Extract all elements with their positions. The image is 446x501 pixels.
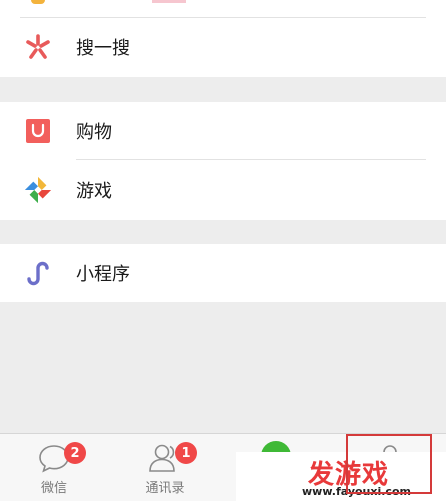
sparkle-icon [23, 32, 53, 62]
menu-item-label: 小程序 [76, 264, 130, 285]
menu-item-label: 搜一搜 [76, 38, 130, 59]
games-icon [23, 175, 53, 205]
shopping-bag-icon [23, 116, 53, 146]
tab-label: 微信 [40, 481, 67, 496]
tab-contacts[interactable]: 1 通讯录 [125, 434, 205, 501]
search-group: 搜一搜 [0, 18, 446, 77]
highlight-box [346, 434, 432, 494]
unread-badge: 2 [64, 442, 86, 464]
shopping-games-group: 购物 游戏 [0, 102, 446, 220]
tab-label: 通讯录 [145, 481, 185, 496]
previous-row-tag-partial [152, 0, 186, 3]
tab-chats[interactable]: 2 微信 [14, 434, 94, 501]
menu-item-shopping[interactable]: 购物 [0, 102, 446, 160]
unread-badge: 1 [175, 442, 197, 464]
menu-item-miniprogram[interactable]: 小程序 [0, 244, 446, 302]
miniprogram-group: 小程序 [0, 244, 446, 302]
menu-item-games[interactable]: 游戏 [0, 160, 446, 220]
previous-row-icon-partial [31, 0, 45, 4]
menu-item-label: 购物 [76, 122, 112, 143]
mini-program-icon [23, 258, 53, 288]
previous-row-partial [0, 0, 446, 18]
menu-item-label: 游戏 [76, 181, 112, 202]
menu-item-search[interactable]: 搜一搜 [0, 18, 446, 76]
